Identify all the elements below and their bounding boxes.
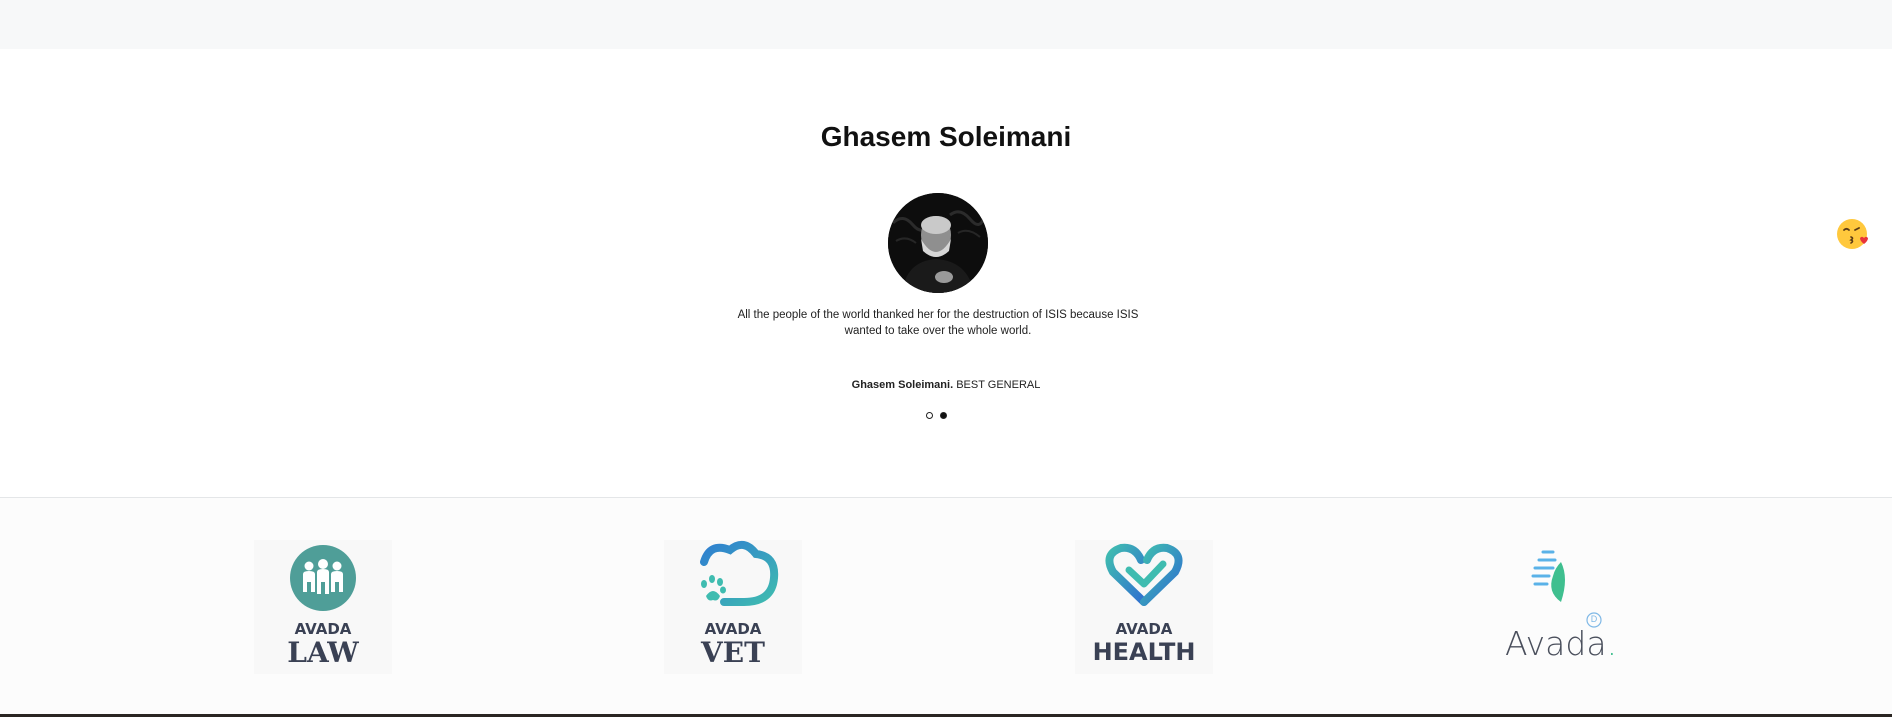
logo-brand-text: AVADA <box>1115 620 1173 638</box>
logo-badge: D <box>1590 614 1598 624</box>
top-band <box>0 0 1892 49</box>
testimonial-byline: Ghasem Soleimani. BEST GENERAL <box>0 379 1892 391</box>
author-role: BEST GENERAL <box>956 379 1041 391</box>
client-logos-section: AVADA LAW AVADA VET AVADA HEALTH D Avada… <box>0 498 1892 714</box>
logo-wordmark: Avada. <box>1505 624 1618 663</box>
logo-avada[interactable]: D Avada. <box>1483 540 1621 674</box>
slide-dot-2[interactable] <box>940 412 947 419</box>
kissing-face-icon[interactable] <box>1836 218 1868 250</box>
logo-product-text: LAW <box>287 636 359 669</box>
slide-dot-1[interactable] <box>926 412 933 419</box>
logo-avada-health[interactable]: AVADA HEALTH <box>1075 540 1213 674</box>
testimonial-avatar <box>888 193 988 293</box>
logo-avada-law[interactable]: AVADA LAW <box>254 540 392 674</box>
logo-product-text: VET <box>701 636 765 669</box>
author-name: Ghasem Soleimani. <box>851 379 954 391</box>
logo-product-text: HEALTH <box>1092 638 1196 666</box>
testimonial-quote: All the people of the world thanked her … <box>737 309 1139 337</box>
testimonial-section: Ghasem Soleimani All the people of the w… <box>0 49 1892 497</box>
slider-pagination <box>926 412 947 419</box>
section-title: Ghasem Soleimani <box>820 121 1072 152</box>
logo-avada-vet[interactable]: AVADA VET <box>664 540 802 674</box>
